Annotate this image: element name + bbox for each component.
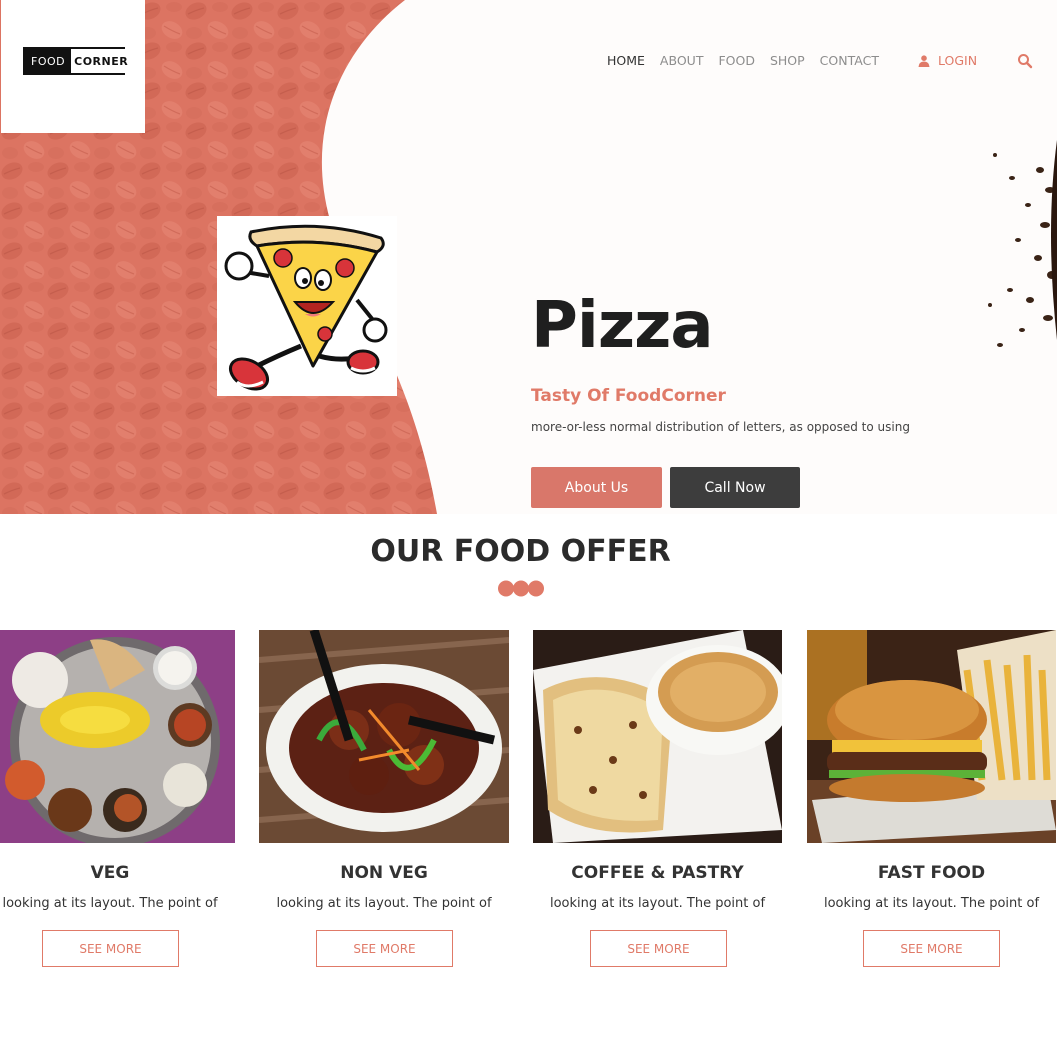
pizza-mascot-image [217, 216, 397, 396]
user-icon [918, 54, 930, 67]
card-description: looking at its layout. The point of [2, 896, 218, 911]
coffee-beans-decoration [988, 140, 1057, 347]
logo-text-food: FOOD [25, 49, 72, 73]
see-more-button[interactable]: SEE MORE [590, 930, 727, 967]
hero-background [0, 0, 1057, 514]
see-more-button[interactable]: SEE MORE [863, 930, 1000, 967]
food-image-coffee-pastry [533, 630, 782, 843]
card-title: NON VEG [340, 863, 428, 883]
food-image-fast-food [807, 630, 1056, 843]
about-us-button[interactable]: About Us [531, 467, 662, 508]
food-image-veg [0, 630, 235, 843]
main-nav: HOME ABOUT FOOD SHOP CONTACT [607, 53, 894, 69]
nav-shop[interactable]: SHOP [770, 53, 805, 69]
nav-about[interactable]: ABOUT [660, 53, 704, 69]
card-title: VEG [90, 863, 130, 883]
hero-title: Pizza [531, 289, 714, 363]
card-description: looking at its layout. The point of [549, 896, 766, 911]
pizza-mascot-illustration [224, 224, 388, 391]
nav-home[interactable]: HOME [607, 53, 645, 69]
card-description: looking at its layout. The point of [276, 896, 492, 911]
food-image-non-veg [259, 630, 509, 843]
nav-contact[interactable]: CONTACT [820, 53, 879, 69]
logo-container: FOOD CORNER [1, 0, 145, 133]
section-title: OUR FOOD OFFER [370, 534, 671, 569]
see-more-button[interactable]: SEE MORE [316, 930, 453, 967]
call-now-button[interactable]: Call Now [670, 467, 800, 508]
logo[interactable]: FOOD CORNER [23, 47, 132, 75]
nav-food[interactable]: FOOD [718, 53, 755, 69]
see-more-button[interactable]: SEE MORE [42, 930, 179, 967]
login-label: LOGIN [938, 53, 978, 68]
hero-subtitle: Tasty Of FoodCorner [531, 386, 726, 406]
title-dots-decoration [498, 580, 544, 597]
login-link[interactable]: LOGIN [918, 53, 977, 68]
card-description: looking at its layout. The point of [823, 896, 1040, 911]
search-icon[interactable] [1017, 53, 1033, 69]
card-title: COFFEE & PASTRY [571, 863, 744, 883]
logo-text-corner: CORNER [71, 49, 132, 73]
hero-section: FOOD CORNER HOME ABOUT FOOD SHOP CONTACT… [0, 0, 1057, 514]
card-title: FAST FOOD [877, 863, 986, 883]
hero-description: more-or-less normal distribution of lett… [531, 420, 910, 434]
